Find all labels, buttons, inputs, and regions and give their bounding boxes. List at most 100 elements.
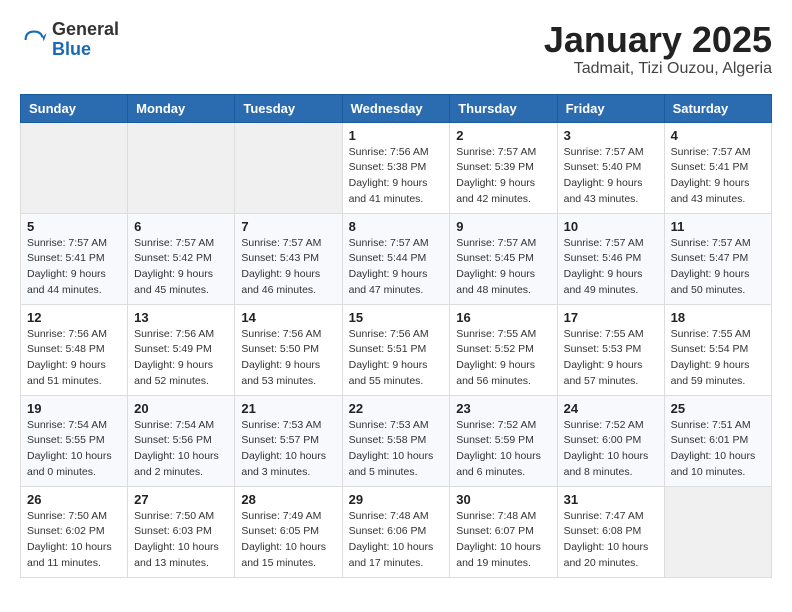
day-number: 10 (564, 219, 658, 234)
day-number: 4 (671, 128, 765, 143)
day-number: 6 (134, 219, 228, 234)
calendar-cell: 21 Sunrise: 7:53 AMSunset: 5:57 PMDayligh… (235, 395, 342, 486)
calendar-cell: 3 Sunrise: 7:57 AMSunset: 5:40 PMDaylight… (557, 122, 664, 213)
day-info: Sunrise: 7:57 AMSunset: 5:46 PMDaylight:… (564, 236, 658, 299)
day-number: 25 (671, 401, 765, 416)
calendar-cell: 4 Sunrise: 7:57 AMSunset: 5:41 PMDaylight… (664, 122, 771, 213)
calendar-week-row: 5Sunrise: 7:57 AMSunset: 5:41 PMDaylight… (21, 213, 772, 304)
day-info: Sunrise: 7:54 AMSunset: 5:56 PMDaylight:… (134, 418, 228, 481)
calendar-cell: 28 Sunrise: 7:49 AMSunset: 6:05 PMDayligh… (235, 486, 342, 577)
calendar-cell (128, 122, 235, 213)
calendar-cell: 5Sunrise: 7:57 AMSunset: 5:41 PMDaylight… (21, 213, 128, 304)
day-info: Sunrise: 7:57 AMSunset: 5:44 PMDaylight:… (349, 236, 444, 299)
day-info: Sunrise: 7:52 AMSunset: 5:59 PMDaylight:… (456, 418, 550, 481)
day-info: Sunrise: 7:54 AMSunset: 5:55 PMDaylight:… (27, 418, 121, 481)
weekday-header-row: SundayMondayTuesdayWednesdayThursdayFrid… (21, 94, 772, 122)
calendar-cell: 7Sunrise: 7:57 AMSunset: 5:43 PMDaylight… (235, 213, 342, 304)
day-number: 17 (564, 310, 658, 325)
day-number: 14 (241, 310, 335, 325)
day-info: Sunrise: 7:52 AMSunset: 6:00 PMDaylight:… (564, 418, 658, 481)
day-info: Sunrise: 7:57 AMSunset: 5:41 PMDaylight:… (671, 145, 765, 208)
calendar-cell: 16 Sunrise: 7:55 AMSunset: 5:52 PMDayligh… (450, 304, 557, 395)
day-number: 23 (456, 401, 550, 416)
calendar-cell: 9Sunrise: 7:57 AMSunset: 5:45 PMDaylight… (450, 213, 557, 304)
day-info: Sunrise: 7:56 AMSunset: 5:48 PMDaylight:… (27, 327, 121, 390)
weekday-header-tuesday: Tuesday (235, 94, 342, 122)
day-info: Sunrise: 7:57 AMSunset: 5:39 PMDaylight:… (456, 145, 550, 208)
weekday-header-wednesday: Wednesday (342, 94, 450, 122)
day-number: 20 (134, 401, 228, 416)
calendar-cell: 26Sunrise: 7:50 AMSunset: 6:02 PMDayligh… (21, 486, 128, 577)
calendar-cell: 17Sunrise: 7:55 AMSunset: 5:53 PMDayligh… (557, 304, 664, 395)
day-number: 21 (241, 401, 335, 416)
day-number: 3 (564, 128, 658, 143)
calendar-cell: 14Sunrise: 7:56 AMSunset: 5:50 PMDayligh… (235, 304, 342, 395)
calendar-cell: 6Sunrise: 7:57 AMSunset: 5:42 PMDaylight… (128, 213, 235, 304)
day-number: 1 (349, 128, 444, 143)
calendar-cell: 29 Sunrise: 7:48 AMSunset: 6:06 PMDayligh… (342, 486, 450, 577)
day-info: Sunrise: 7:55 AMSunset: 5:52 PMDaylight:… (456, 327, 550, 390)
calendar-cell: 25Sunrise: 7:51 AMSunset: 6:01 PMDayligh… (664, 395, 771, 486)
day-number: 30 (456, 492, 550, 507)
calendar-cell (21, 122, 128, 213)
day-info: Sunrise: 7:56 AMSunset: 5:38 PMDaylight:… (349, 145, 444, 208)
weekday-header-monday: Monday (128, 94, 235, 122)
calendar-cell: 22 Sunrise: 7:53 AMSunset: 5:58 PMDayligh… (342, 395, 450, 486)
day-info: Sunrise: 7:57 AMSunset: 5:40 PMDaylight:… (564, 145, 658, 208)
calendar-cell (664, 486, 771, 577)
page-header: General Blue January 2025 Tadmait, Tizi … (20, 20, 772, 78)
day-info: Sunrise: 7:49 AMSunset: 6:05 PMDaylight:… (241, 509, 335, 572)
calendar-cell: 12Sunrise: 7:56 AMSunset: 5:48 PMDayligh… (21, 304, 128, 395)
day-info: Sunrise: 7:53 AMSunset: 5:57 PMDaylight:… (241, 418, 335, 481)
day-number: 31 (564, 492, 658, 507)
calendar-cell: 15Sunrise: 7:56 AMSunset: 5:51 PMDayligh… (342, 304, 450, 395)
day-info: Sunrise: 7:57 AMSunset: 5:45 PMDaylight:… (456, 236, 550, 299)
calendar-cell: 11 Sunrise: 7:57 AMSunset: 5:47 PMDayligh… (664, 213, 771, 304)
logo-general-text: General (52, 20, 119, 40)
calendar-cell: 10 Sunrise: 7:57 AMSunset: 5:46 PMDayligh… (557, 213, 664, 304)
day-info: Sunrise: 7:48 AMSunset: 6:06 PMDaylight:… (349, 509, 444, 572)
day-number: 27 (134, 492, 228, 507)
calendar-cell: 8Sunrise: 7:57 AMSunset: 5:44 PMDaylight… (342, 213, 450, 304)
day-number: 15 (349, 310, 444, 325)
calendar-cell: 13 Sunrise: 7:56 AMSunset: 5:49 PMDayligh… (128, 304, 235, 395)
logo-blue-text: Blue (52, 40, 119, 60)
day-number: 28 (241, 492, 335, 507)
weekday-header-friday: Friday (557, 94, 664, 122)
weekday-header-saturday: Saturday (664, 94, 771, 122)
day-info: Sunrise: 7:56 AMSunset: 5:49 PMDaylight:… (134, 327, 228, 390)
calendar-cell: 20 Sunrise: 7:54 AMSunset: 5:56 PMDayligh… (128, 395, 235, 486)
day-info: Sunrise: 7:55 AMSunset: 5:54 PMDaylight:… (671, 327, 765, 390)
calendar-cell: 18Sunrise: 7:55 AMSunset: 5:54 PMDayligh… (664, 304, 771, 395)
day-number: 24 (564, 401, 658, 416)
day-info: Sunrise: 7:50 AMSunset: 6:02 PMDaylight:… (27, 509, 121, 572)
day-number: 13 (134, 310, 228, 325)
title-block: January 2025 Tadmait, Tizi Ouzou, Algeri… (544, 20, 772, 78)
day-number: 2 (456, 128, 550, 143)
logo-icon (20, 26, 48, 54)
location-subtitle: Tadmait, Tizi Ouzou, Algeria (544, 60, 772, 78)
day-number: 11 (671, 219, 765, 234)
calendar-week-row: 12Sunrise: 7:56 AMSunset: 5:48 PMDayligh… (21, 304, 772, 395)
calendar-cell: 19 Sunrise: 7:54 AMSunset: 5:55 PMDayligh… (21, 395, 128, 486)
weekday-header-sunday: Sunday (21, 94, 128, 122)
day-number: 29 (349, 492, 444, 507)
calendar-cell: 31 Sunrise: 7:47 AMSunset: 6:08 PMDayligh… (557, 486, 664, 577)
day-info: Sunrise: 7:47 AMSunset: 6:08 PMDaylight:… (564, 509, 658, 572)
calendar-cell: 24 Sunrise: 7:52 AMSunset: 6:00 PMDayligh… (557, 395, 664, 486)
day-number: 22 (349, 401, 444, 416)
logo: General Blue (20, 20, 119, 60)
day-info: Sunrise: 7:57 AMSunset: 5:47 PMDaylight:… (671, 236, 765, 299)
calendar-cell: 27 Sunrise: 7:50 AMSunset: 6:03 PMDayligh… (128, 486, 235, 577)
weekday-header-thursday: Thursday (450, 94, 557, 122)
day-number: 16 (456, 310, 550, 325)
day-info: Sunrise: 7:57 AMSunset: 5:41 PMDaylight:… (27, 236, 121, 299)
day-info: Sunrise: 7:50 AMSunset: 6:03 PMDaylight:… (134, 509, 228, 572)
calendar-cell: 23 Sunrise: 7:52 AMSunset: 5:59 PMDayligh… (450, 395, 557, 486)
calendar-table: SundayMondayTuesdayWednesdayThursdayFrid… (20, 94, 772, 578)
calendar-cell: 30Sunrise: 7:48 AMSunset: 6:07 PMDayligh… (450, 486, 557, 577)
calendar-week-row: 1 Sunrise: 7:56 AMSunset: 5:38 PMDaylight… (21, 122, 772, 213)
day-info: Sunrise: 7:53 AMSunset: 5:58 PMDaylight:… (349, 418, 444, 481)
day-number: 19 (27, 401, 121, 416)
month-title: January 2025 (544, 20, 772, 60)
